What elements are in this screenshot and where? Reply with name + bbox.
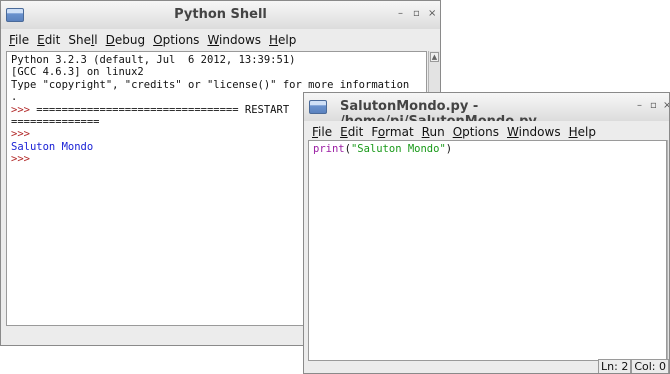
code-paren-close: )	[445, 143, 453, 155]
shell-output-line: Python 3.2.3 (default, Jul 6 2012, 13:39…	[11, 54, 296, 66]
editor-menu-file[interactable]: File	[312, 125, 332, 139]
scroll-up-arrow-icon[interactable]: ▲	[430, 52, 439, 62]
shell-menu-options[interactable]: Options	[153, 33, 199, 47]
code-string: "Saluton Mondo"	[350, 143, 446, 155]
editor-titlebar[interactable]: SalutonMondo.py - /home/pi/SalutonMondo.…	[304, 93, 669, 129]
code-line: print("Saluton Mondo")	[313, 143, 662, 155]
shell-menu-file[interactable]: File	[9, 33, 29, 47]
minimize-button[interactable]: –	[637, 100, 642, 112]
code-keyword: print	[313, 143, 345, 155]
editor-window[interactable]: SalutonMondo.py - /home/pi/SalutonMondo.…	[303, 92, 670, 374]
close-button[interactable]: ×	[663, 100, 669, 112]
editor-menu-help[interactable]: Help	[569, 125, 596, 139]
editor-menu-windows[interactable]: Windows	[507, 125, 561, 139]
close-button[interactable]: ×	[428, 8, 436, 20]
editor-menu-format[interactable]: Format	[371, 125, 413, 139]
shell-menu-edit[interactable]: Edit	[37, 33, 60, 47]
editor-statusbar: Ln: 2 Col: 0	[598, 359, 669, 373]
shell-menubar: File Edit Shell Debug Options Windows Help	[1, 29, 440, 50]
editor-menubar: File Edit Format Run Options Windows Help	[304, 121, 669, 142]
shell-title: Python Shell	[174, 7, 267, 22]
shell-menu-windows[interactable]: Windows	[207, 33, 261, 47]
maximize-button[interactable]: ▫	[650, 100, 657, 112]
status-line: Ln: 2	[598, 359, 632, 373]
editor-text-area[interactable]: print("Saluton Mondo")	[308, 140, 667, 361]
editor-menu-options[interactable]: Options	[453, 125, 499, 139]
status-column: Col: 0	[631, 359, 669, 373]
shell-menu-help[interactable]: Help	[269, 33, 296, 47]
editor-menu-run[interactable]: Run	[422, 125, 445, 139]
shell-menu-debug[interactable]: Debug	[106, 33, 145, 47]
editor-menu-edit[interactable]: Edit	[340, 125, 363, 139]
shell-output-line: [GCC 4.6.3] on linux2	[11, 66, 144, 79]
minimize-button[interactable]: –	[398, 8, 403, 20]
maximize-button[interactable]: ▫	[413, 8, 420, 20]
shell-menu-shell[interactable]: Shell	[68, 33, 97, 47]
shell-output-line: Type "copyright", "credits" or "license(…	[11, 78, 410, 91]
shell-titlebar[interactable]: Python Shell – ▫ ×	[1, 1, 440, 30]
